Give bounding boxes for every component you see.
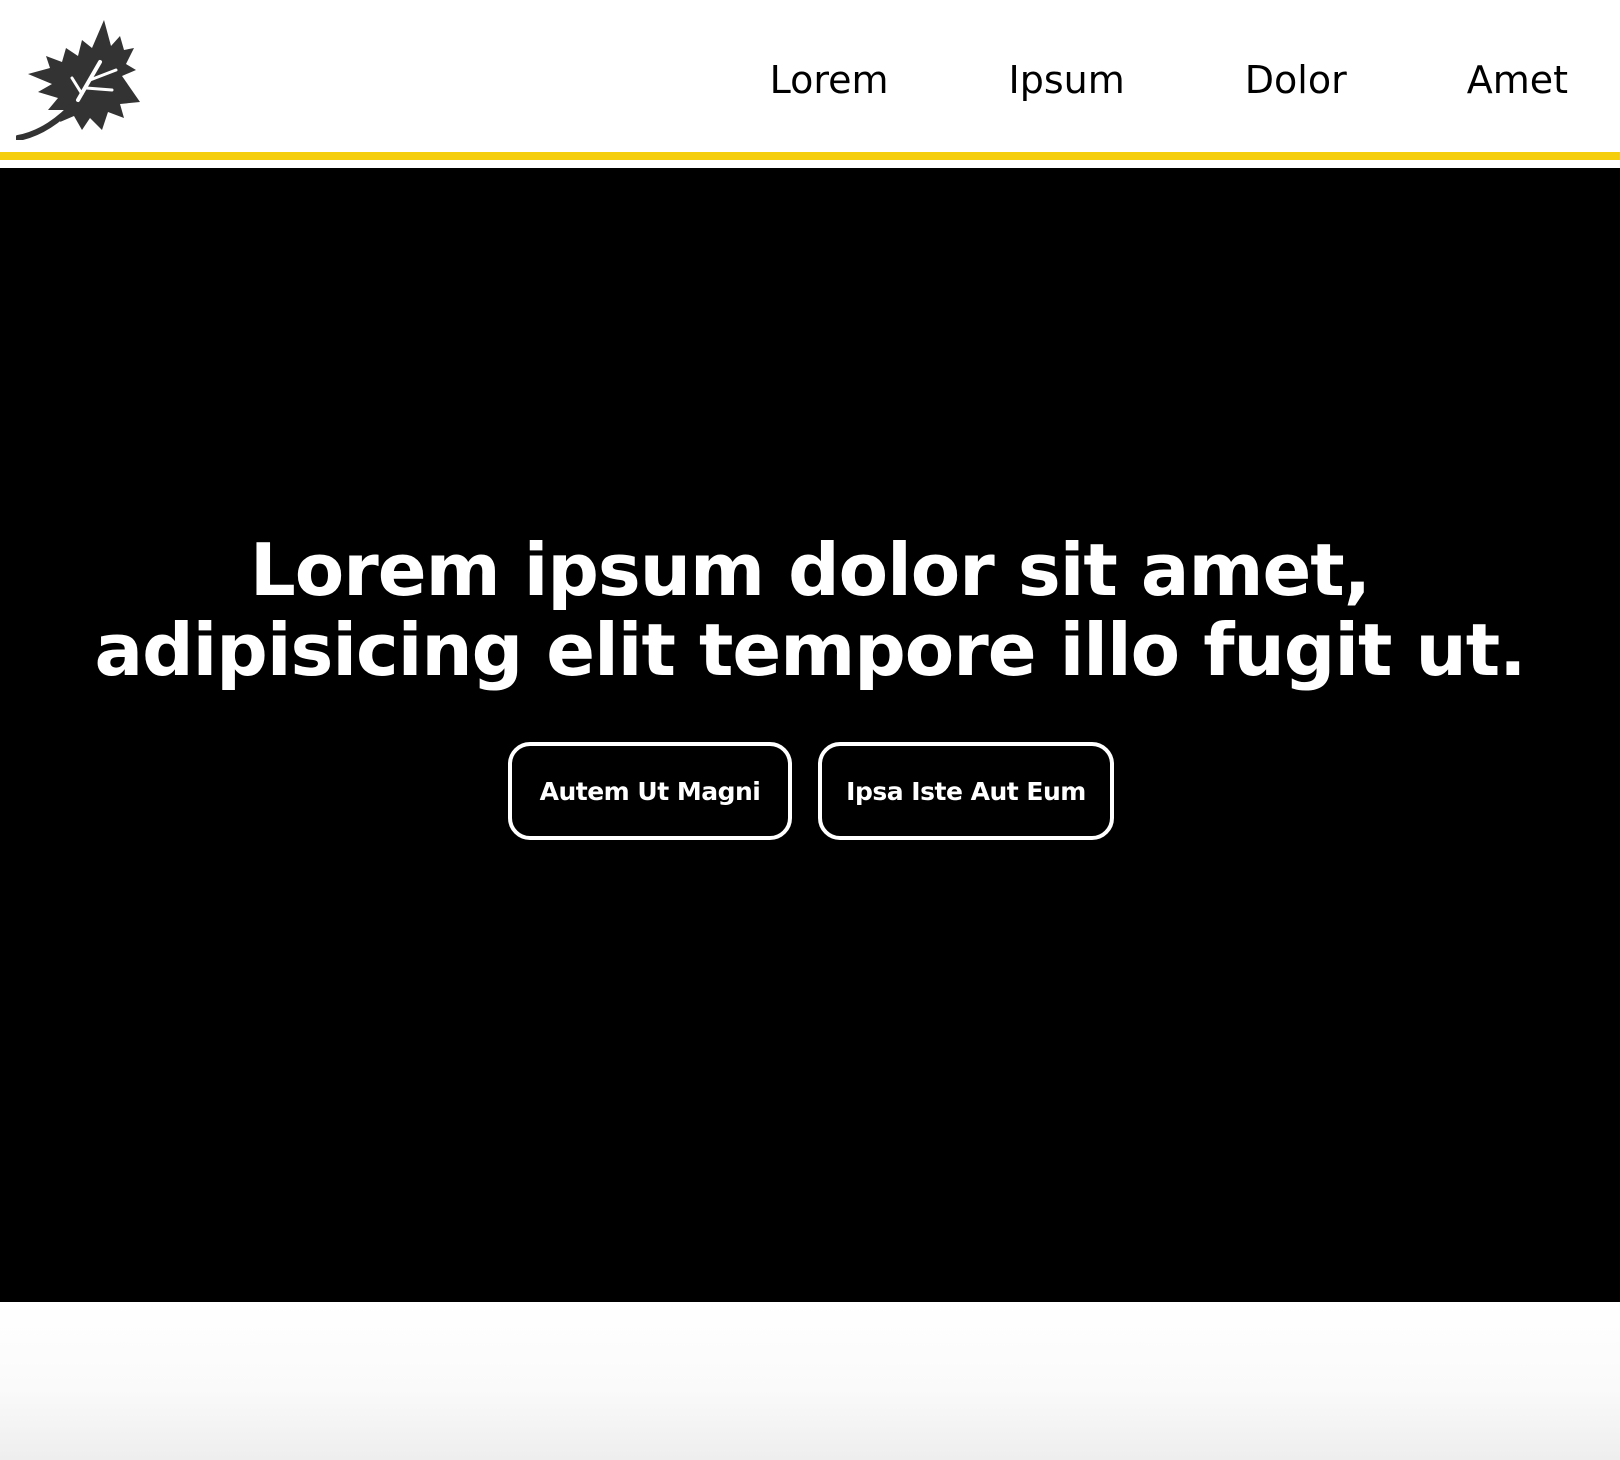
hero-title-line-2: adipisicing elit tempore illo fugit ut. [94, 608, 1526, 692]
nav-item-lorem[interactable]: Lorem [770, 61, 889, 99]
ipsa-iste-aut-eum-button[interactable]: Ipsa Iste Aut Eum [818, 742, 1114, 840]
site-header: Lorem Ipsum Dolor Amet [0, 0, 1620, 160]
hero-title: Lorem ipsum dolor sit amet, adipisicing … [0, 530, 1620, 690]
page-content-area [0, 1302, 1620, 1460]
hero-section: Lorem ipsum dolor sit amet, adipisicing … [0, 168, 1620, 1302]
nav-item-amet[interactable]: Amet [1467, 61, 1568, 99]
main-nav: Lorem Ipsum Dolor Amet [770, 0, 1568, 160]
nav-item-ipsum[interactable]: Ipsum [1009, 61, 1125, 99]
nav-item-dolor[interactable]: Dolor [1245, 61, 1347, 99]
hero-title-line-1: Lorem ipsum dolor sit amet, [249, 528, 1371, 612]
hero-buttons: Autem Ut Magni Ipsa Iste Aut Eum [0, 742, 1620, 840]
maple-leaf-icon[interactable] [16, 18, 140, 140]
autem-ut-magni-button[interactable]: Autem Ut Magni [508, 742, 792, 840]
